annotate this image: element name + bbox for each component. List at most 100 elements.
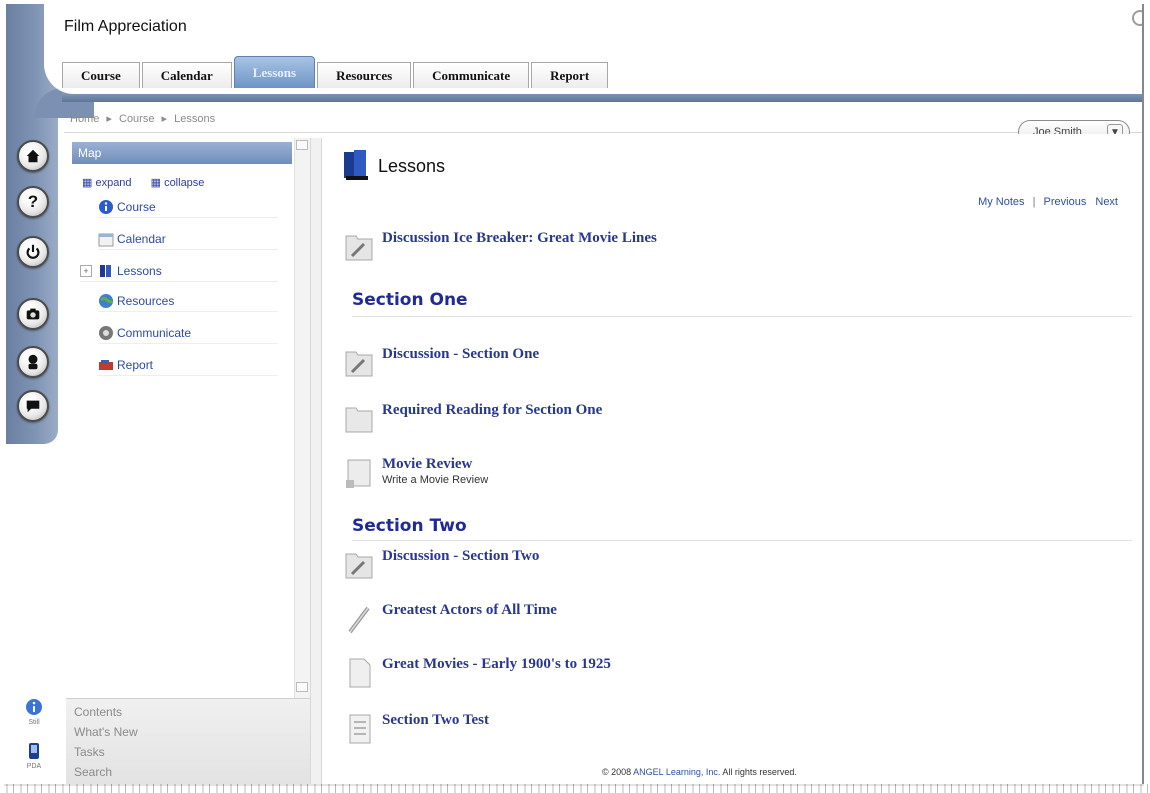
lesson-item-title[interactable]: Great Movies - Early 1900's to 1925 (382, 656, 611, 673)
lesson-item-title[interactable]: Movie Review (382, 456, 472, 473)
document-icon (349, 658, 371, 688)
footer-rights: All rights reserved. (722, 767, 797, 777)
lesson-item[interactable]: Discussion - Section Two (344, 548, 744, 584)
bottom-nav: Contents What's New Tasks Search (66, 698, 310, 784)
page-title: Lessons (378, 156, 446, 176)
breadcrumb-divider (64, 132, 1142, 133)
discussion-icon (345, 553, 373, 579)
map-item-lessons[interactable]: + Lessons (80, 260, 278, 282)
lesson-item-title[interactable]: Discussion Ice Breaker: Great Movie Line… (382, 230, 657, 247)
lesson-item[interactable]: Great Movies - Early 1900's to 1925 (344, 656, 744, 692)
scroll-down-arrow[interactable] (296, 682, 308, 692)
camera-icon[interactable] (17, 298, 49, 330)
help-icon[interactable]: ? (17, 186, 49, 218)
calendar-icon (98, 233, 114, 246)
link-separator: | (1032, 196, 1036, 208)
torn-edge (0, 784, 1150, 793)
panel-splitter[interactable] (310, 138, 322, 784)
tab-calendar[interactable]: Calendar (141, 62, 232, 88)
breadcrumb-lessons: Lessons (174, 113, 216, 125)
section-heading: Section One (352, 290, 468, 310)
pencil-icon (348, 606, 370, 634)
map-item-communicate[interactable]: Communicate (98, 322, 278, 344)
test-icon (349, 714, 371, 744)
breadcrumb-home[interactable]: Home (70, 113, 99, 125)
lesson-item-title[interactable]: Greatest Actors of All Time (382, 602, 557, 619)
expand-toggle-icon[interactable]: + (80, 264, 92, 277)
map-item-label: Report (117, 357, 154, 372)
lesson-item[interactable]: Discussion Ice Breaker: Great Movie Line… (344, 230, 844, 266)
map-panel: Map ▦ expand ▦ collapse Course Calendar … (66, 138, 310, 698)
expand-label: expand (95, 177, 132, 189)
discussion-icon (345, 235, 373, 261)
assignment-icon (346, 459, 371, 488)
footer-company-link[interactable]: ANGEL Learning, Inc. (633, 767, 720, 777)
map-item-calendar[interactable]: Calendar (98, 228, 278, 250)
section-divider (352, 540, 1132, 541)
header: Film Appreciation Course Calendar Lesson… (44, 4, 1142, 94)
tab-report[interactable]: Report (531, 62, 609, 88)
communicate-icon (99, 325, 113, 340)
app-title: Film Appreciation (64, 18, 187, 35)
map-item-label: Resources (117, 293, 175, 308)
tab-lessons[interactable]: Lessons (233, 56, 316, 88)
lesson-item-title[interactable]: Discussion - Section One (382, 346, 539, 363)
map-item-course[interactable]: Course (98, 196, 278, 218)
map-item-resources[interactable]: Resources (98, 290, 278, 312)
map-item-label: Lessons (117, 263, 162, 278)
info-icon (99, 199, 113, 214)
bottom-nav-search[interactable]: Search (74, 765, 112, 779)
chat-icon[interactable] (17, 390, 49, 422)
still-shortcut[interactable]: Still (22, 698, 46, 726)
window-corner-icon[interactable] (1132, 10, 1142, 26)
folder-icon (345, 407, 373, 433)
collapse-label: collapse (164, 177, 205, 189)
lesson-item-title[interactable]: Required Reading for Section One (382, 402, 602, 419)
lesson-item[interactable]: Section Two Test (344, 712, 744, 748)
breadcrumb: Home ▸ Course ▸ Lessons (70, 112, 219, 125)
map-item-label: Communicate (117, 325, 192, 340)
map-item-label: Course (117, 199, 156, 214)
previous-link[interactable]: Previous (1044, 196, 1087, 208)
map-item-report[interactable]: Report (98, 354, 278, 376)
expand-collapse-row: ▦ expand ▦ collapse (82, 176, 220, 189)
lesson-item-title[interactable]: Section Two Test (382, 712, 489, 729)
globe-icon (99, 293, 114, 308)
power-icon[interactable] (17, 236, 49, 268)
profile-icon[interactable] (17, 346, 49, 378)
expand-link[interactable]: ▦ expand (82, 177, 140, 189)
map-item-label: Calendar (117, 231, 166, 246)
lessons-book-icon (344, 150, 368, 180)
still-label: Still (28, 719, 40, 726)
lesson-item-title[interactable]: Discussion - Section Two (382, 548, 539, 565)
lesson-item-description: Write a Movie Review (382, 474, 489, 486)
lesson-item[interactable]: Greatest Actors of All Time (344, 602, 744, 638)
pda-shortcut[interactable]: PDA (22, 742, 46, 770)
tab-bar: Course Calendar Lessons Resources Commun… (62, 56, 610, 88)
footer-copyright: © 2008 (602, 767, 632, 777)
breadcrumb-course[interactable]: Course (119, 113, 154, 125)
tab-resources[interactable]: Resources (317, 62, 412, 88)
collapse-link[interactable]: ▦ collapse (151, 177, 213, 189)
scroll-up-arrow[interactable] (296, 140, 308, 150)
tab-course[interactable]: Course (62, 62, 140, 88)
report-icon (99, 359, 113, 370)
breadcrumb-separator: ▸ (106, 113, 112, 125)
discussion-icon (345, 351, 373, 377)
pda-icon (29, 743, 39, 759)
next-link[interactable]: Next (1095, 196, 1118, 208)
lesson-item[interactable]: Movie Review Write a Movie Review (344, 456, 744, 492)
help-glyph: ? (27, 192, 39, 211)
lesson-item[interactable]: Discussion - Section One (344, 346, 744, 382)
tab-communicate[interactable]: Communicate (413, 62, 530, 88)
pda-label: PDA (26, 763, 42, 770)
info-icon (26, 699, 42, 715)
bottom-nav-tasks[interactable]: Tasks (74, 745, 105, 759)
bottom-nav-whats-new[interactable]: What's New (74, 725, 138, 739)
my-notes-link[interactable]: My Notes (978, 196, 1024, 208)
home-icon[interactable] (17, 140, 49, 172)
map-scrollbar[interactable] (294, 138, 310, 698)
section-divider (352, 316, 1132, 317)
lesson-item[interactable]: Required Reading for Section One (344, 402, 744, 438)
bottom-nav-contents[interactable]: Contents (74, 705, 122, 719)
